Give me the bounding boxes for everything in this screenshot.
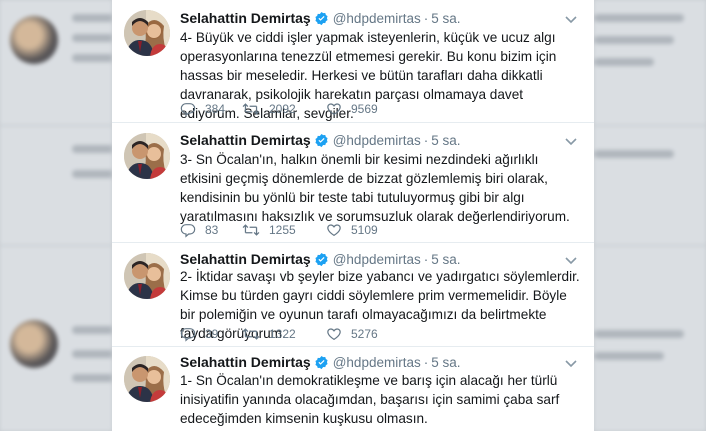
retweet-count: 1322 <box>269 327 296 341</box>
reply-icon <box>180 328 196 342</box>
reply-count: 83 <box>205 223 219 237</box>
separator-dot: · <box>423 252 429 267</box>
tweet-timeline: Selahattin Demirtaş @hdpdemirtas · 5 sa. 4-… <box>112 0 594 431</box>
author-name[interactable]: Selahattin Demirtaş <box>180 251 311 267</box>
heart-icon <box>327 103 341 116</box>
tweet-card[interactable]: Selahattin Demirtaş @hdpdemirtas · 5 sa. 2-… <box>112 242 594 347</box>
like-button[interactable]: 9569 <box>326 100 378 118</box>
like-count: 5276 <box>351 327 378 341</box>
background-blur-right <box>594 0 706 431</box>
retweet-button[interactable]: 1255 <box>242 221 296 239</box>
author-handle[interactable]: @hdpdemirtas <box>333 252 421 267</box>
separator-dot: · <box>423 133 429 148</box>
author-handle[interactable]: @hdpdemirtas <box>333 355 421 370</box>
verified-badge-icon <box>314 133 329 151</box>
tweet-card[interactable]: Selahattin Demirtaş @hdpdemirtas · 5 sa. 3-… <box>112 122 594 243</box>
retweet-count: 2092 <box>269 102 296 116</box>
reply-icon <box>180 224 196 238</box>
author-handle[interactable]: @hdpdemirtas <box>333 11 421 26</box>
retweet-icon <box>242 103 260 115</box>
author-name[interactable]: Selahattin Demirtaş <box>180 10 311 26</box>
verified-badge-icon <box>314 11 329 29</box>
tweet-text: 2- İktidar savaşı vb şeyler bize yabancı… <box>180 269 580 341</box>
background-blur-left <box>0 0 112 431</box>
chevron-down-icon[interactable] <box>564 134 578 148</box>
chevron-down-icon[interactable] <box>564 12 578 26</box>
avatar[interactable] <box>124 253 170 299</box>
heart-icon <box>327 224 341 237</box>
reply-button[interactable]: 83 <box>180 221 218 239</box>
separator-dot: · <box>423 11 429 26</box>
chevron-down-icon[interactable] <box>564 356 578 370</box>
tweet-card[interactable]: Selahattin Demirtaş @hdpdemirtas · 5 sa. 1-… <box>112 346 594 431</box>
tweet-timestamp[interactable]: 5 sa. <box>431 11 460 26</box>
retweet-count: 1255 <box>269 223 296 237</box>
retweet-button[interactable]: 2092 <box>242 100 296 118</box>
tweet-timestamp[interactable]: 5 sa. <box>431 133 460 148</box>
tweet-card[interactable]: Selahattin Demirtaş @hdpdemirtas · 5 sa. 4-… <box>112 0 594 123</box>
reply-button[interactable]: 39 <box>180 325 218 343</box>
author-name[interactable]: Selahattin Demirtaş <box>180 354 311 370</box>
like-button[interactable]: 5109 <box>326 221 378 239</box>
tweet-text: 3- Sn Öcalan'ın, halkın önemli bir kesim… <box>180 152 570 224</box>
reply-icon <box>180 103 196 117</box>
tweet-timestamp[interactable]: 5 sa. <box>431 252 460 267</box>
reply-count: 384 <box>205 102 226 116</box>
heart-icon <box>327 328 341 341</box>
reply-count: 39 <box>205 327 219 341</box>
retweet-icon <box>242 328 260 340</box>
author-handle[interactable]: @hdpdemirtas <box>333 133 421 148</box>
separator-dot: · <box>423 355 429 370</box>
avatar[interactable] <box>124 133 170 179</box>
avatar[interactable] <box>124 10 170 56</box>
like-count: 9569 <box>351 102 378 116</box>
tweet-timestamp[interactable]: 5 sa. <box>431 355 460 370</box>
retweet-icon <box>242 224 260 236</box>
author-name[interactable]: Selahattin Demirtaş <box>180 132 311 148</box>
avatar[interactable] <box>124 356 170 402</box>
tweet-text: 4- Büyük ve ciddi işler yapmak isteyenle… <box>180 30 557 121</box>
chevron-down-icon[interactable] <box>564 253 578 267</box>
like-count: 5109 <box>351 223 378 237</box>
like-button[interactable]: 5276 <box>326 325 378 343</box>
reply-button[interactable]: 384 <box>180 100 225 118</box>
tweet-text: 1- Sn Öcalan'ın demokratikleşme ve barış… <box>180 373 560 426</box>
retweet-button[interactable]: 1322 <box>242 325 296 343</box>
